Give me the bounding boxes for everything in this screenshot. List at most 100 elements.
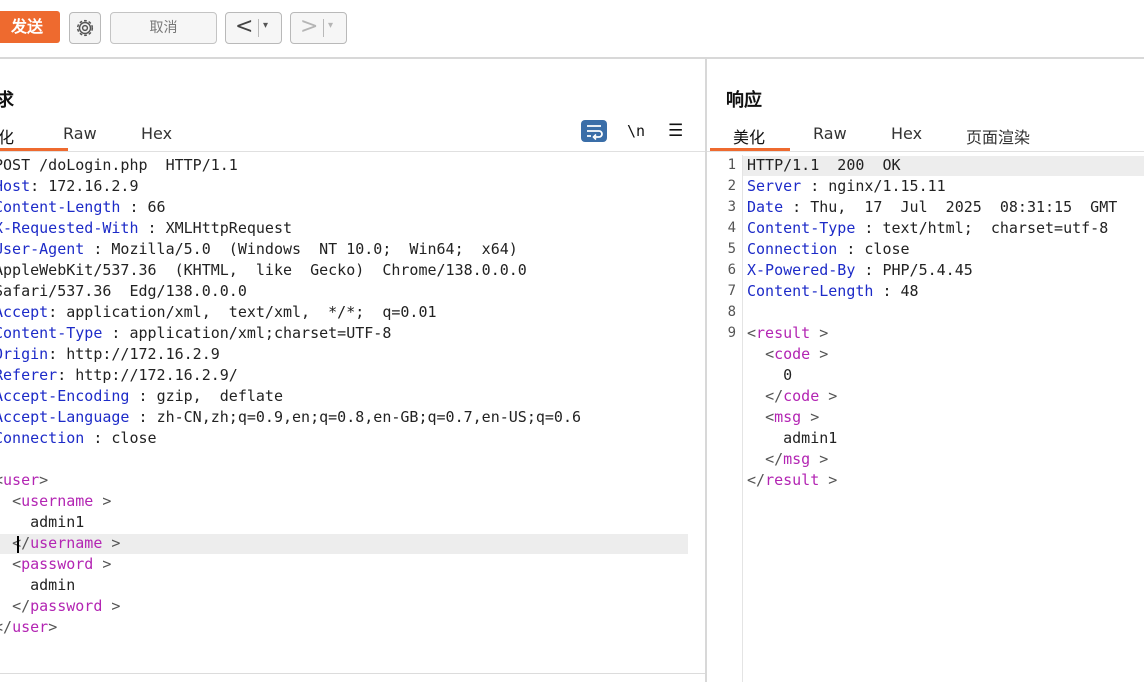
- xml-text: admin1: [783, 429, 838, 447]
- code-line: admin: [0, 575, 581, 596]
- header-name: Content-Type: [747, 219, 856, 237]
- header-separator: :: [855, 219, 883, 237]
- code-line: Connection : close: [747, 239, 1117, 260]
- menu-icon[interactable]: ☰: [668, 121, 683, 141]
- xml-tag-name: user: [12, 618, 49, 636]
- line-number: 9: [727, 325, 736, 341]
- code-line: Host: 172.16.2.9: [0, 176, 581, 197]
- code-line: Connection : close: [0, 428, 581, 449]
- cancel-button[interactable]: 取消: [110, 12, 217, 44]
- header-name: X-Powered-By: [747, 261, 856, 279]
- code-line: Content-Type : text/html; charset=utf-8: [747, 218, 1117, 239]
- xml-tag-name: result: [765, 471, 820, 489]
- tab-response-pretty[interactable]: 美化: [733, 124, 765, 150]
- code-line: Content-Type : application/xml;charset=U…: [0, 323, 581, 344]
- xml-tag-name: user: [3, 471, 40, 489]
- xml-tag-name: code: [783, 387, 820, 405]
- word-wrap-icon[interactable]: [581, 120, 607, 142]
- code-line: Server : nginx/1.15.11: [747, 176, 1117, 197]
- header-separator: :: [102, 324, 130, 342]
- chevron-down-icon[interactable]: ▾: [263, 20, 268, 31]
- xml-tag-name: password: [30, 597, 103, 615]
- header-separator: :: [837, 240, 865, 258]
- tab-response-raw[interactable]: Raw: [813, 124, 847, 150]
- header-value: close: [864, 240, 910, 258]
- response-viewer[interactable]: HTTP/1.1 200 OK Server : nginx/1.15.11 Dat…: [747, 155, 1117, 491]
- separator: [323, 19, 324, 37]
- tab-request-hex[interactable]: Hex: [141, 124, 172, 150]
- tag-bracket: >: [810, 450, 829, 468]
- tag-bracket: </: [12, 597, 31, 615]
- code-line: Accept-Encoding : gzip, deflate: [0, 386, 581, 407]
- forward-button[interactable]: > ▾: [290, 12, 347, 44]
- xml-text: 0: [783, 366, 793, 384]
- header-separator: :: [855, 261, 883, 279]
- header-name: Accept-Encoding: [0, 387, 130, 405]
- tab-request-raw[interactable]: Raw: [63, 124, 97, 150]
- header-separator: :: [129, 408, 157, 426]
- xml-tag-name: msg: [783, 450, 811, 468]
- code-line: </password >: [0, 596, 581, 617]
- tab-response-hex[interactable]: Hex: [891, 124, 922, 150]
- request-line-text: POST /doLogin.php HTTP/1.1: [0, 156, 238, 174]
- header-value: text/html; charset=utf-8: [882, 219, 1109, 237]
- code-line: X-Powered-By : PHP/5.4.45: [747, 260, 1117, 281]
- code-line: admin1: [0, 512, 581, 533]
- settings-button[interactable]: [69, 12, 101, 44]
- header-value: Mozilla/5.0 (Windows NT 10.0; Win64; x64…: [111, 240, 518, 258]
- header-value: nginx/1.15.11: [828, 177, 946, 195]
- tag-bracket: >: [810, 345, 829, 363]
- tab-request-pretty[interactable]: 化: [0, 124, 14, 150]
- header-name: Connection: [0, 429, 85, 447]
- xml-tag-name: password: [21, 555, 94, 573]
- chevron-down-icon[interactable]: ▾: [328, 20, 333, 31]
- tag-bracket: <: [12, 555, 22, 573]
- send-button[interactable]: 发送: [0, 11, 60, 43]
- request-line-text: Safari/537.36 Edg/138.0.0.0: [0, 282, 247, 300]
- xml-tag-name: username: [30, 534, 103, 552]
- code-line: Safari/537.36 Edg/138.0.0.0: [0, 281, 581, 302]
- newline-toggle-icon[interactable]: \n: [627, 122, 645, 140]
- header-name: Content-Length: [0, 198, 121, 216]
- xml-tag-name: username: [21, 492, 94, 510]
- code-line: Content-Length : 66: [0, 197, 581, 218]
- code-line: </result >: [747, 470, 1117, 491]
- header-separator: :: [48, 303, 67, 321]
- tabbar-divider: [0, 151, 705, 152]
- code-line: Referer: http://172.16.2.9/: [0, 365, 581, 386]
- header-name: Accept: [0, 303, 49, 321]
- line-number: 3: [727, 199, 736, 215]
- gear-icon: [76, 19, 94, 37]
- tag-bracket: <: [765, 345, 775, 363]
- header-name: Date: [747, 198, 784, 216]
- tag-bracket: </: [0, 618, 13, 636]
- tabbar-divider: [707, 151, 1144, 152]
- xml-text: admin: [30, 576, 76, 594]
- header-separator: :: [84, 429, 112, 447]
- header-value: 48: [900, 282, 919, 300]
- header-separator: :: [783, 198, 811, 216]
- code-line: Date : Thu, 17 Jul 2025 08:31:15 GMT: [747, 197, 1117, 218]
- code-line: </user>: [0, 617, 581, 638]
- tab-response-render[interactable]: 页面渲染: [966, 124, 1030, 150]
- code-line: <msg >: [747, 407, 1117, 428]
- back-button[interactable]: < ▾: [225, 12, 282, 44]
- header-separator: :: [129, 387, 157, 405]
- header-value: 172.16.2.9: [48, 177, 139, 195]
- request-editor[interactable]: POST /doLogin.php HTTP/1.1 Host: 172.16.2…: [0, 155, 581, 638]
- forward-arrow-icon: >: [300, 14, 319, 39]
- line-number: 7: [727, 283, 736, 299]
- xml-tag-name: msg: [774, 408, 802, 426]
- header-separator: :: [801, 177, 829, 195]
- tag-bracket: </: [747, 471, 766, 489]
- header-value: gzip, deflate: [156, 387, 283, 405]
- pane-splitter[interactable]: [705, 59, 707, 682]
- header-value: application/xml, text/xml, */*; q=0.01: [66, 303, 437, 321]
